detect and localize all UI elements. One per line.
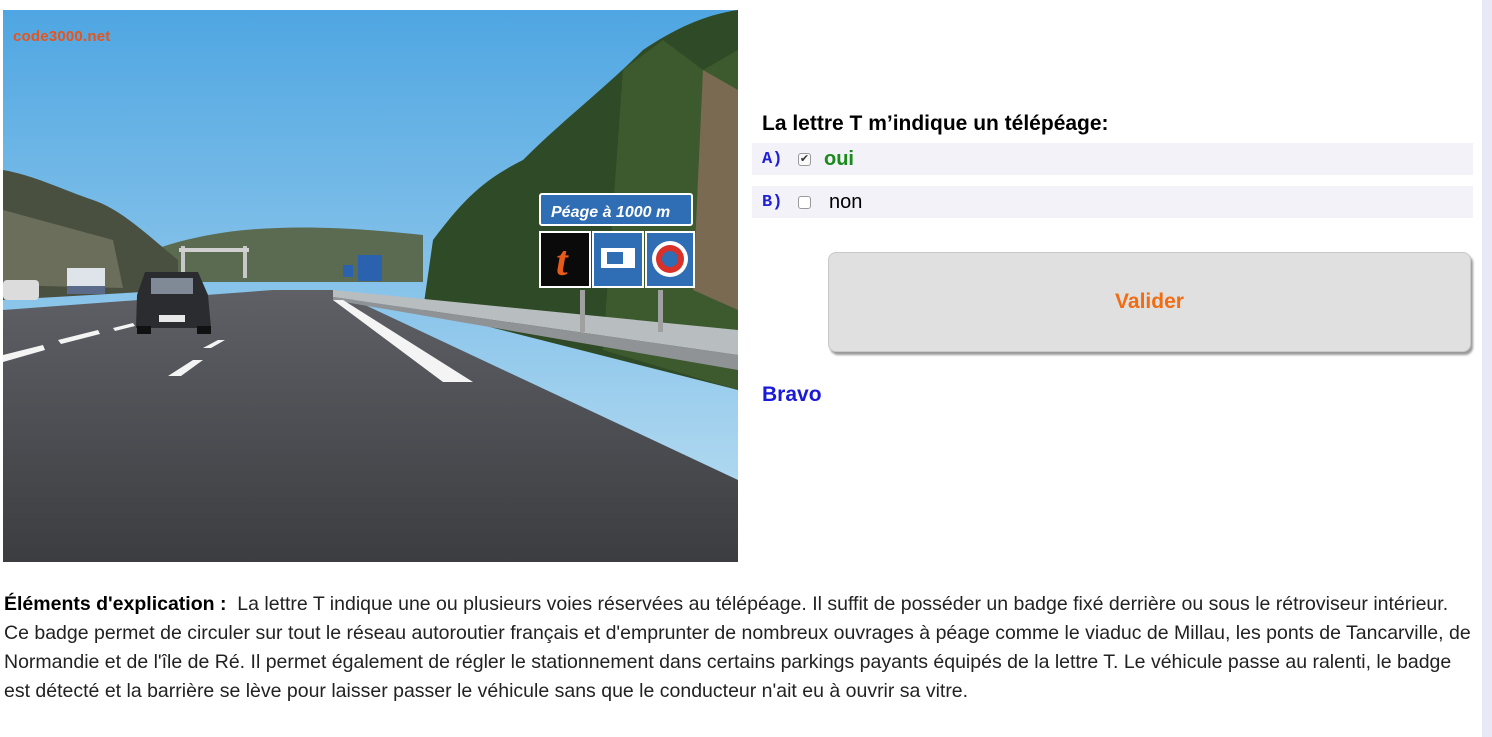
question-photo: Péage à 1000 m t code3000.net (3, 10, 738, 562)
question-text: La lettre T m’indique un télépéage: (762, 112, 1109, 135)
explanation-block: Éléments d'explication : La lettre T ind… (4, 590, 1474, 706)
answer-label: non (829, 190, 863, 213)
telepeage-t-icon: t (556, 239, 569, 285)
answer-option-b[interactable]: B) non (752, 186, 1473, 218)
explanation-title: Éléments d'explication : (4, 593, 227, 615)
peage-sign-text: Péage à 1000 m (551, 204, 670, 221)
answer-letter: A) (762, 149, 783, 169)
answer-b-checkbox[interactable] (798, 195, 811, 209)
highway-scene: Péage à 1000 m t (3, 10, 738, 562)
feedback-message: Bravo (762, 383, 822, 406)
answer-label-correct: oui (824, 147, 854, 170)
site-watermark: code3000.net (13, 28, 111, 45)
page-scroll-rail (1482, 0, 1492, 737)
answer-letter: B) (762, 192, 783, 212)
validate-button[interactable]: Valider (828, 252, 1471, 352)
answer-a-checkbox[interactable]: ✔ (798, 152, 811, 166)
answer-option-a[interactable]: A) ✔ oui (752, 143, 1473, 175)
card-payment-icon (601, 248, 635, 268)
